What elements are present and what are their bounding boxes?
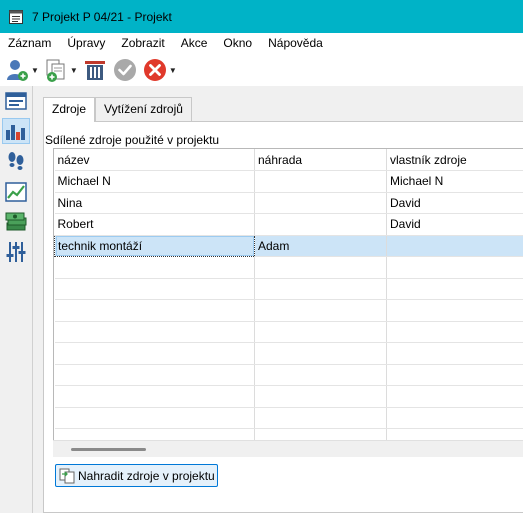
cell-vlastnik[interactable]: David	[386, 192, 523, 214]
sliders-button[interactable]	[2, 239, 30, 265]
scrollbar-thumb[interactable]	[71, 448, 146, 451]
cell-vlastnik[interactable]	[386, 235, 523, 257]
toolbar: ▼ ▼ ▼	[0, 54, 523, 86]
replace-resources-button[interactable]: Nahradit zdroje v projektu	[55, 464, 218, 487]
empty-row[interactable]	[54, 364, 523, 386]
delete-button[interactable]	[82, 56, 108, 84]
column-header-nahrada[interactable]: náhrada	[254, 149, 387, 171]
left-navigation-bar	[0, 86, 33, 513]
confirm-button[interactable]	[112, 56, 138, 84]
delete-icon	[84, 61, 105, 80]
empty-row[interactable]	[54, 299, 523, 322]
empty-row[interactable]	[54, 342, 523, 365]
menu-upravy[interactable]: Úpravy	[59, 33, 113, 54]
dropdown-arrow-icon[interactable]: ▼	[31, 66, 39, 75]
dropdown-arrow-icon[interactable]: ▼	[169, 66, 177, 75]
group-label: Sdílené zdroje použité v projektu	[45, 133, 220, 147]
trend-chart-button[interactable]	[2, 179, 30, 205]
cell-vlastnik[interactable]: Michael N	[386, 170, 523, 193]
table-row[interactable]: Nina David	[54, 192, 523, 214]
empty-row[interactable]	[54, 385, 523, 408]
menu-bar: Záznam Úpravy Zobrazit Akce Okno Nápověd…	[0, 33, 523, 54]
content-area: Zdroje Vytížení zdrojů Sdílené zdroje po…	[33, 86, 523, 513]
cell-nazev[interactable]: Nina	[54, 192, 255, 214]
sliders-icon	[6, 242, 26, 262]
copy-icon	[46, 59, 65, 82]
resources-chart-button[interactable]	[2, 118, 30, 144]
money-button[interactable]	[2, 209, 30, 235]
form-view-button[interactable]	[2, 89, 30, 115]
cancel-icon	[143, 59, 166, 81]
table-row-selected[interactable]: technik montáží Adam	[54, 234, 523, 257]
empty-row[interactable]	[54, 321, 523, 343]
menu-zaznam[interactable]: Záznam	[0, 33, 59, 54]
add-resource-icon	[7, 60, 28, 81]
title-bar: 7 Projekt P 04/21 - Projekt	[0, 0, 523, 33]
confirm-icon	[113, 59, 136, 81]
cell-nazev[interactable]: technik montáží	[54, 234, 255, 257]
cell-nahrada[interactable]	[254, 213, 387, 236]
empty-row[interactable]	[54, 407, 523, 429]
table-row[interactable]: Michael N Michael N	[54, 170, 523, 193]
empty-row[interactable]	[54, 256, 523, 279]
menu-akce[interactable]: Akce	[173, 33, 216, 54]
grid-header-row: název náhrada vlastník zdroje	[54, 149, 523, 171]
form-app-icon	[9, 9, 23, 24]
copy-button[interactable]: ▼	[43, 56, 78, 84]
window-title: 7 Projekt P 04/21 - Projekt	[32, 9, 172, 24]
replace-resources-icon	[59, 468, 75, 483]
menu-okno[interactable]: Okno	[215, 33, 260, 54]
column-header-vlastnik[interactable]: vlastník zdroje	[386, 149, 523, 171]
cell-nazev[interactable]: Michael N	[54, 170, 255, 193]
resources-chart-icon	[6, 125, 25, 140]
add-resource-button[interactable]: ▼	[4, 56, 39, 84]
footsteps-icon	[8, 152, 24, 170]
menu-zobrazit[interactable]: Zobrazit	[113, 33, 172, 54]
resources-grid[interactable]: název náhrada vlastník zdroje Michael N …	[53, 148, 523, 448]
cell-nahrada[interactable]	[254, 170, 387, 193]
cell-nahrada[interactable]: Adam	[254, 235, 387, 257]
cell-vlastnik[interactable]: David	[386, 213, 523, 236]
cell-nahrada[interactable]	[254, 192, 387, 214]
footsteps-button[interactable]	[2, 148, 30, 174]
column-header-nazev[interactable]: název	[54, 149, 255, 171]
cancel-button[interactable]: ▼	[142, 56, 177, 84]
empty-row[interactable]	[54, 278, 523, 300]
table-row[interactable]: Robert David	[54, 213, 523, 236]
money-icon	[5, 212, 27, 231]
dropdown-arrow-icon[interactable]: ▼	[70, 66, 78, 75]
tab-strip: Zdroje Vytížení zdrojů	[43, 97, 192, 122]
cell-nazev[interactable]: Robert	[54, 213, 255, 236]
horizontal-scrollbar[interactable]	[53, 440, 523, 457]
menu-napoveda[interactable]: Nápověda	[260, 33, 331, 54]
tab-vytizeni-zdroju[interactable]: Vytížení zdrojů	[95, 97, 192, 121]
form-view-icon	[5, 92, 27, 110]
replace-resources-label: Nahradit zdroje v projektu	[78, 468, 215, 483]
tab-zdroje[interactable]: Zdroje	[43, 97, 96, 122]
trend-chart-icon	[5, 182, 27, 202]
